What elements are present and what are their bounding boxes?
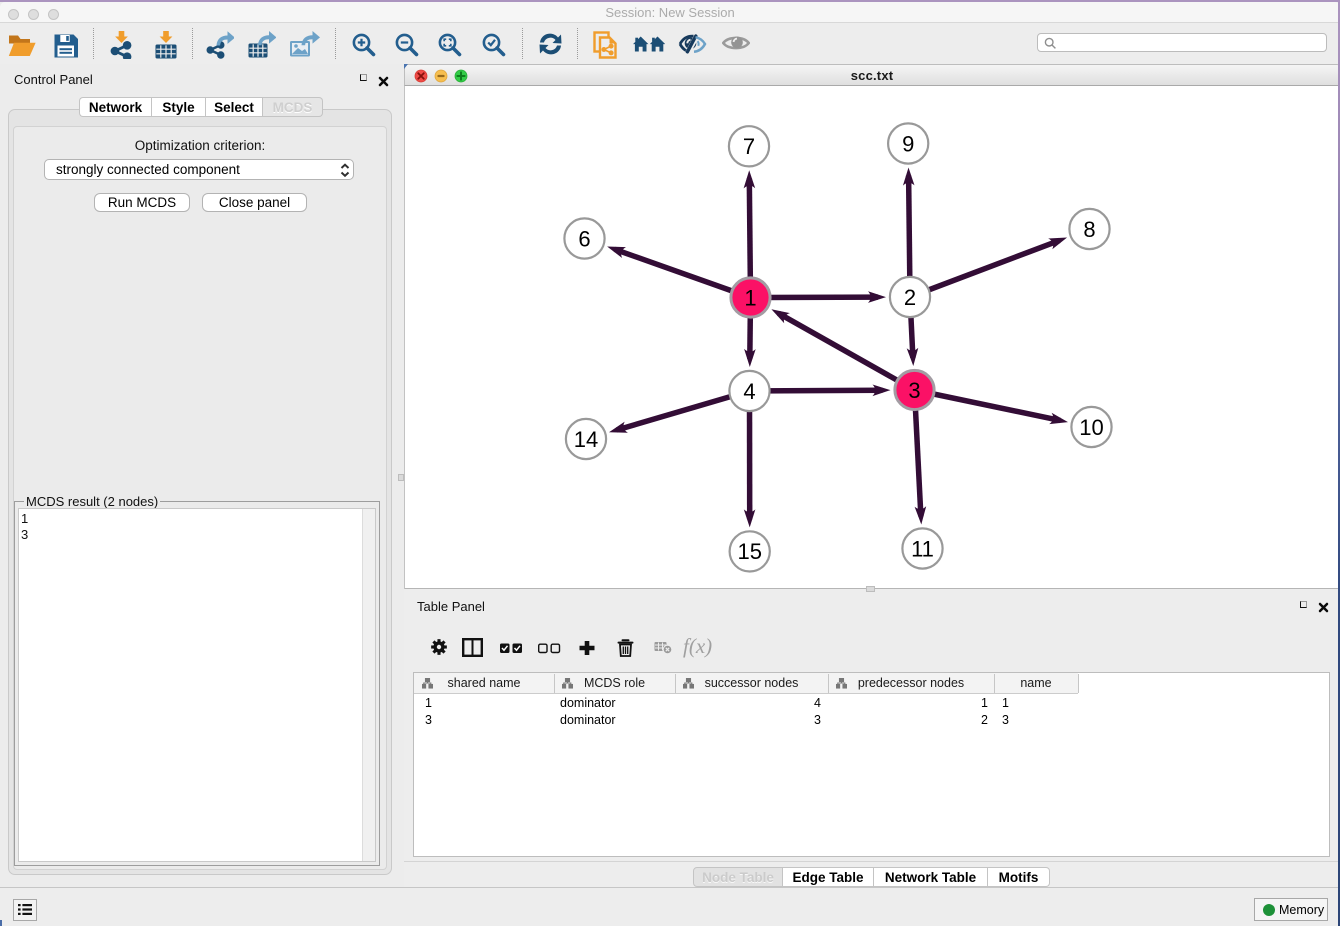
svg-text:8: 8 <box>1083 217 1095 242</box>
svg-text:3: 3 <box>908 378 920 403</box>
svg-text:6: 6 <box>578 226 590 251</box>
svg-text:10: 10 <box>1079 415 1103 440</box>
svg-text:14: 14 <box>574 427 598 452</box>
svg-text:4: 4 <box>743 379 755 404</box>
svg-text:11: 11 <box>911 536 934 561</box>
svg-text:9: 9 <box>902 131 914 156</box>
svg-text:15: 15 <box>737 539 761 564</box>
svg-text:1: 1 <box>744 285 756 310</box>
svg-text:2: 2 <box>904 285 916 310</box>
svg-text:7: 7 <box>743 134 755 159</box>
